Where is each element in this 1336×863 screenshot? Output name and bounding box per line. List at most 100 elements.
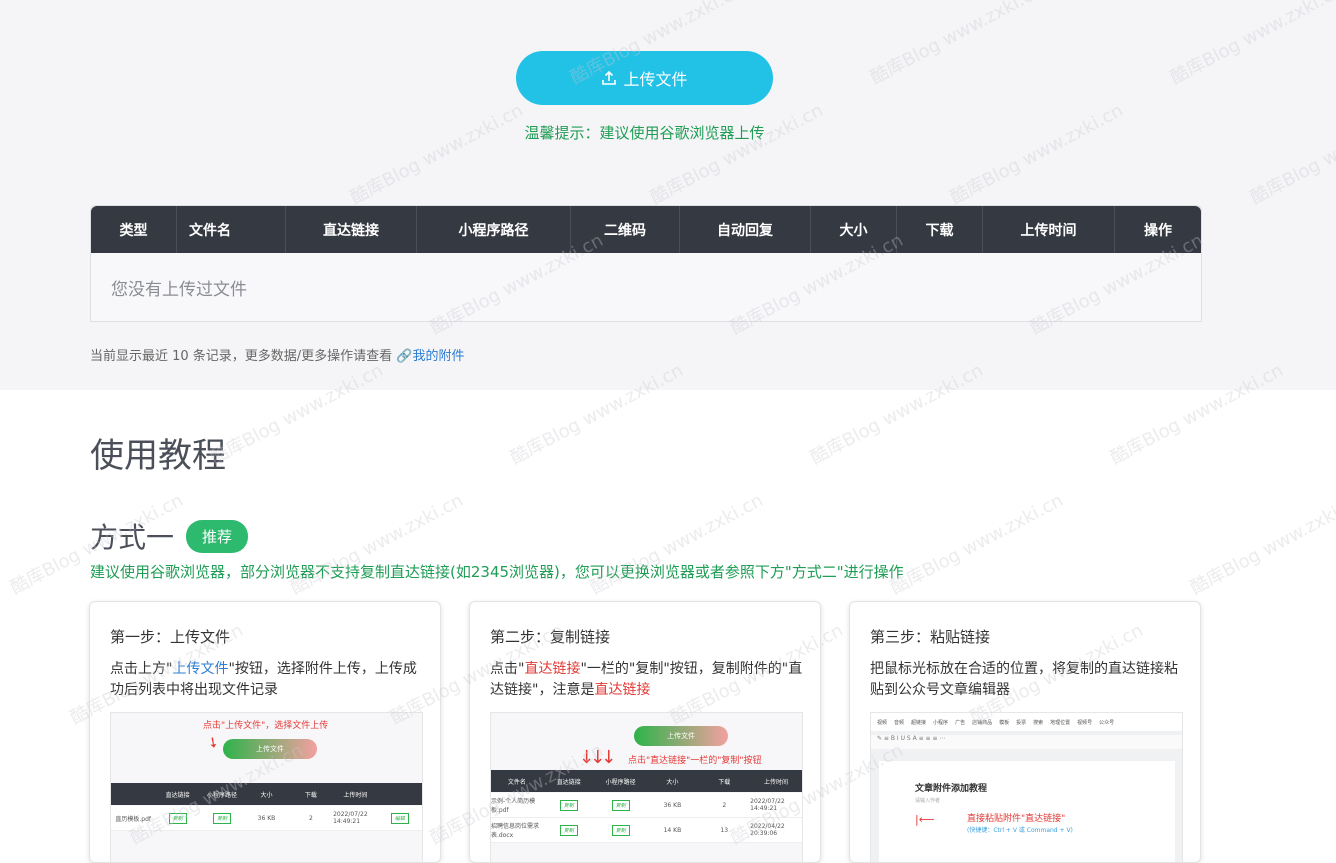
shot-copy: 复制 xyxy=(559,824,578,836)
files-table: 类型 文件名 直达链接 小程序路径 二维码 自动回复 大小 下载 上传时间 操作… xyxy=(90,205,1202,322)
link-icon: 🔗 xyxy=(396,349,413,364)
shot-col: 直达链接 xyxy=(165,791,190,799)
shot-col: 上传时间 xyxy=(343,791,368,799)
shot-doc-title: 文章附件添加教程 xyxy=(915,784,988,794)
watermark: 酷库Blog www.zxki.cn xyxy=(1187,489,1336,599)
desc-highlight: 直达链接 xyxy=(524,661,581,677)
step-card-3: 第三步：粘贴链接 把鼠标光标放在合适的位置，将复制的直达链接粘贴到公众号文章编辑… xyxy=(849,601,1201,863)
shot-table-row: 招聘信息岗位需求表.docx 复制 复制 14 KB 13 2022/04/22… xyxy=(491,818,802,843)
shot-tab: 公众号 xyxy=(1099,719,1115,726)
desc-text: 点击上方" xyxy=(110,661,173,677)
shot-cell: 36 KB xyxy=(257,814,276,822)
watermark: 酷库Blog www.zxki.cn xyxy=(287,489,467,599)
records-note: 当前显示最近 10 条记录，更多数据/更多操作请查看 🔗我的附件 xyxy=(90,345,465,364)
col-upload-time: 上传时间 xyxy=(983,206,1115,253)
shot-tab: 模板 xyxy=(999,719,1010,726)
shot-edit: 编辑 xyxy=(390,812,409,824)
step-screenshot: 视频 音频 超链接 小程序 广告 店铺商品 模板 投票 搜索 地理位置 视频号 … xyxy=(870,712,1183,862)
shot-tab: 视频号 xyxy=(1077,719,1093,726)
shot-doc-author: 请输入作者 xyxy=(915,798,941,804)
records-note-text: 当前显示最近 10 条记录，更多数据/更多操作请查看 xyxy=(90,349,397,364)
shot-copy: 复制 xyxy=(559,799,578,811)
shot-col: 上传时间 xyxy=(764,778,789,786)
shot-tab: 搜索 xyxy=(1033,719,1044,726)
shot-editor-page: 文章附件添加教程 请输入作者 |⟵ 直接粘贴附件"直达链接" (快捷键：Ctrl… xyxy=(879,761,1175,862)
upload-section: 上传文件 温馨提示：建议使用谷歌浏览器上传 类型 文件名 直达链接 小程序路径 … xyxy=(0,0,1336,390)
shot-paste-hint: 直接粘贴附件"直达链接" xyxy=(967,814,1066,824)
shot-col: 小程序路径 xyxy=(207,791,238,799)
shot-upload-button: 上传文件 xyxy=(634,726,728,746)
recommend-badge: 推荐 xyxy=(186,519,249,553)
shot-cell: 招聘信息岗位需求表.docx xyxy=(491,823,540,839)
upload-icon xyxy=(602,70,617,85)
shot-cell: 14 KB xyxy=(663,826,682,834)
step-desc: 点击上方"上传文件"按钮，选择附件上传，上传成功后列表中将出现文件记录 xyxy=(110,659,428,701)
shot-cell: 复制 xyxy=(155,806,199,830)
step-screenshot: 上传文件 点击"直达链接"一栏的"复制"按钮 ↓↓↓ 文件名 直达链接 小程序路… xyxy=(490,712,803,862)
shot-table-header: 直达链接 小程序路径 大小 下载 上传时间 xyxy=(111,783,422,805)
shot-cell: 2022/04/22 20:39:06 xyxy=(750,823,785,837)
step-desc: 把鼠标光标放在合适的位置，将复制的直达链接粘贴到公众号文章编辑器 xyxy=(870,661,1178,698)
col-actions: 操作 xyxy=(1144,222,1172,239)
col-auto-reply: 自动回复 xyxy=(680,206,811,253)
watermark: 酷库Blog www.zxki.cn xyxy=(587,489,767,599)
shot-col xyxy=(111,783,155,805)
col-miniprogram-path: 小程序路径 xyxy=(417,206,571,253)
shot-cell: 示例-个人简历模板.pdf xyxy=(491,798,536,814)
step-card-1: 第一步：上传文件 点击上方"上传文件"按钮，选择附件上传，上传成功后列表中将出现… xyxy=(89,601,441,863)
desc-highlight: 直达链接 xyxy=(594,682,651,698)
shot-cell: 复制 xyxy=(595,818,647,842)
step-screenshot: 点击"上传文件"，选择文件上传 ➘ 上传文件 直达链接 小程序路径 大小 下载 … xyxy=(110,712,423,862)
shot-col: 下载 xyxy=(304,791,317,799)
shot-table-header: 文件名 直达链接 小程序路径 大小 下载 上传时间 xyxy=(491,770,802,792)
col-download: 下载 xyxy=(897,206,983,253)
shot-cell: 36 KB xyxy=(663,801,682,809)
shot-upload-label: 上传文件 xyxy=(667,732,695,740)
arrow-icon: ➘ xyxy=(203,733,223,753)
step-title: 第一步：上传文件 xyxy=(110,628,231,646)
shot-tab: 投票 xyxy=(1016,719,1027,726)
shot-editor-toolbar: ✎ ≡ B I U S A ≡ ≡ ≡ ⋯ xyxy=(871,735,1182,749)
step-title: 第三步：粘贴链接 xyxy=(870,628,991,646)
shot-col: 大小 xyxy=(666,778,679,786)
col-filename: 文件名 xyxy=(177,206,286,253)
my-attachments-link[interactable]: 🔗我的附件 xyxy=(396,349,464,364)
shot-shortcut: (快捷键：Ctrl + V 或 Command + V) xyxy=(967,827,1073,834)
shot-col: 下载 xyxy=(718,778,731,786)
shot-cell: 复制 xyxy=(200,806,244,830)
shot-col: 直达链接 xyxy=(556,778,581,786)
shot-hint: 点击"直达链接"一栏的"复制"按钮 xyxy=(628,756,762,766)
browser-hint: 温馨提示：建议使用谷歌浏览器上传 xyxy=(524,124,765,142)
shot-col: 小程序路径 xyxy=(605,778,636,786)
shot-tab: 视频 xyxy=(877,719,888,726)
upload-button[interactable]: 上传文件 xyxy=(516,51,773,105)
my-attachments-label: 我的附件 xyxy=(412,349,465,364)
method-title: 方式一 xyxy=(90,521,175,554)
step-card-2: 第二步：复制链接 点击"直达链接"一栏的"复制"按钮，复制附件的"直达链接"，注… xyxy=(469,601,821,863)
shot-table-row: 示例-个人简历模板.pdf 复制 复制 36 KB 2 2022/07/22 1… xyxy=(491,793,802,818)
shot-tab: 音频 xyxy=(894,719,905,726)
col-direct-link: 直达链接 xyxy=(286,206,417,253)
table-header: 类型 文件名 直达链接 小程序路径 二维码 自动回复 大小 下载 上传时间 操作 xyxy=(91,206,1201,253)
method-heading: 方式一 推荐 xyxy=(90,516,249,556)
shot-col xyxy=(378,783,422,805)
page-title: 使用教程 xyxy=(90,436,226,476)
shot-copy: 复制 xyxy=(611,799,630,811)
shot-cell: 复制 xyxy=(543,793,595,817)
col-qrcode: 二维码 xyxy=(571,206,680,253)
shot-hint: 点击"上传文件"，选择文件上传 xyxy=(203,721,329,731)
desc-highlight: 上传文件 xyxy=(172,661,229,677)
shot-col: 文件名 xyxy=(507,778,526,786)
shot-cell: 2 xyxy=(308,814,313,822)
shot-tab: 超链接 xyxy=(911,719,927,726)
arrow-icon: ↓↓↓ xyxy=(579,747,616,768)
desc-text: 点击" xyxy=(490,661,525,677)
watermark: 酷库Blog www.zxki.cn xyxy=(887,489,1067,599)
shot-upload-button: 上传文件 xyxy=(223,739,317,759)
shot-cell: 复制 xyxy=(595,793,647,817)
empty-message: 您没有上传过文件 xyxy=(111,279,247,300)
col-size: 大小 xyxy=(811,206,897,253)
arrow-icon: |⟵ xyxy=(915,813,935,826)
shot-tab: 店铺商品 xyxy=(972,719,993,726)
shot-copy: 复制 xyxy=(611,824,630,836)
